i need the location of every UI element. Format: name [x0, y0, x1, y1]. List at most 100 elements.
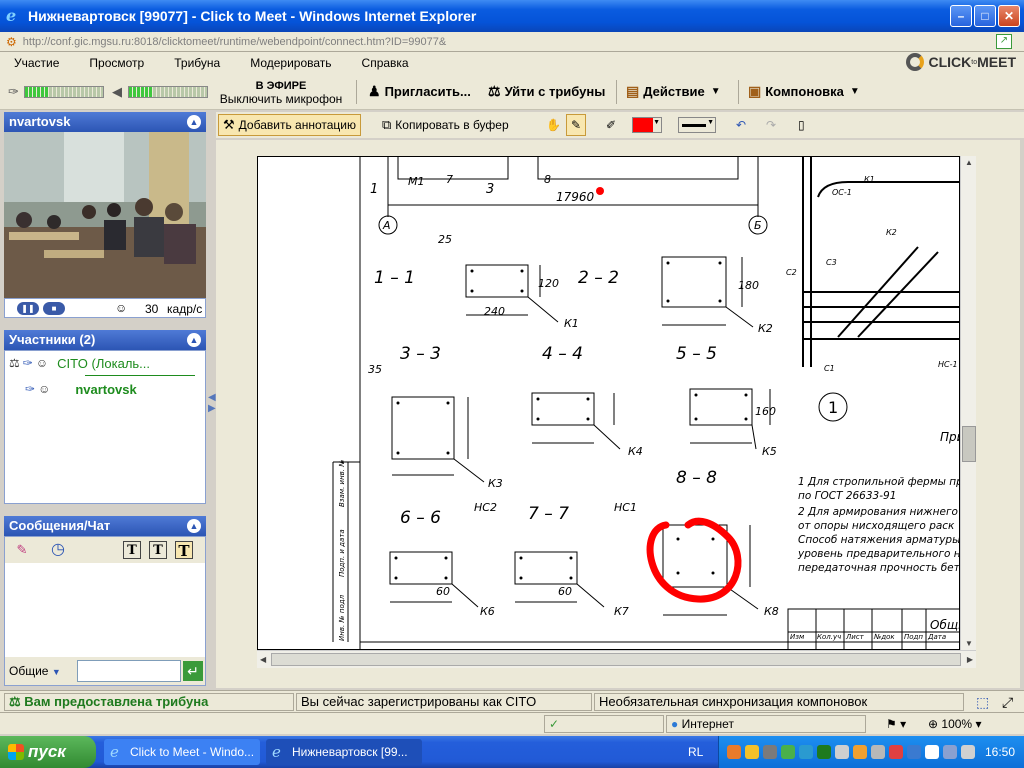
action-menu-button[interactable]: ▤ Действие ▼ — [626, 83, 721, 100]
shield-icon[interactable] — [745, 745, 759, 759]
feed-icon[interactable]: ↗ — [996, 34, 1012, 49]
action-label: Действие — [643, 84, 705, 99]
invite-button[interactable]: ♟ Пригласить... — [368, 83, 471, 100]
menu-view[interactable]: Просмотр — [89, 56, 144, 70]
collapse-icon[interactable]: ▲ — [187, 519, 201, 533]
fps-value: 30 — [145, 302, 159, 316]
collapse-icon[interactable]: ▲ — [187, 115, 201, 129]
new-page-button[interactable]: ▯ — [794, 114, 809, 136]
stamp-title: Общи — [930, 618, 960, 632]
speaker-meter[interactable]: ◀ — [112, 84, 208, 99]
layout-menu-button[interactable]: ▣ Компоновка ▼ — [748, 83, 860, 100]
status-pane: ✓ — [544, 715, 664, 733]
font-large-icon[interactable]: T — [175, 541, 193, 560]
scroll-up-icon[interactable]: ▲ — [965, 158, 973, 167]
protected-mode-icon[interactable]: ⚑ ▾ — [886, 717, 906, 731]
copy-to-clipboard-button[interactable]: ⧉ Копировать в буфер — [378, 114, 513, 136]
add-annotation-button[interactable]: ⚒ Добавить аннотацию — [218, 114, 361, 136]
tray-icon[interactable] — [943, 745, 957, 759]
participant-row[interactable]: ⚖ ✑ ☺ CITO (Локаль... — [9, 353, 150, 373]
tray-icon[interactable] — [763, 745, 777, 759]
speaker-icon[interactable] — [871, 745, 885, 759]
scroll-right-icon[interactable]: ▶ — [967, 655, 973, 664]
vertical-scrollbar[interactable]: ▲ ▼ — [960, 156, 976, 650]
pause-button[interactable]: ❚❚ — [17, 302, 39, 315]
chat-compose: Общие ▼ ↵ — [5, 657, 205, 685]
color-picker[interactable]: ▼ — [632, 117, 662, 133]
ie-logo-icon: e — [110, 743, 119, 761]
marker-tool[interactable]: ✐ — [602, 114, 620, 136]
clock-icon[interactable]: ◷ — [49, 541, 67, 559]
tray-icon[interactable] — [853, 745, 867, 759]
participant-row[interactable]: ✑ ☺ nvartovsk — [25, 379, 137, 399]
tray-icon[interactable] — [925, 745, 939, 759]
webcam-icon: ☺ — [38, 382, 51, 396]
onair-mute-button[interactable]: В ЭФИРЕ Выключить микрофон — [214, 80, 348, 106]
tray-icon[interactable] — [907, 745, 921, 759]
tray-icon[interactable] — [799, 745, 813, 759]
podium-icon: ⚖ — [9, 356, 20, 370]
network-icon[interactable]: ⬚ — [976, 694, 989, 711]
ie-logo-icon: e — [6, 6, 17, 25]
speaker-level-bar — [128, 86, 208, 98]
taskbar-item[interactable]: e Click to Meet - Windo... — [104, 739, 260, 765]
collapse-icon[interactable]: ▲ — [187, 333, 201, 347]
language-indicator[interactable]: RL — [688, 745, 703, 759]
add-annotation-label: Добавить аннотацию — [238, 118, 356, 132]
menu-help[interactable]: Справка — [362, 56, 409, 70]
tray-icon[interactable] — [781, 745, 795, 759]
chat-header: Сообщения/Чат ▲ — [4, 516, 206, 536]
undo-button[interactable]: ↶ — [732, 114, 750, 136]
stop-button[interactable]: ■ — [43, 302, 65, 315]
close-button[interactable]: ✕ — [998, 5, 1020, 27]
taskbar-item-active[interactable]: e Нижневартовск [99... — [266, 739, 422, 765]
menu-tribune[interactable]: Трибуна — [174, 56, 220, 70]
start-label: пуск — [28, 742, 66, 761]
fps-unit: кадр/с — [167, 302, 203, 316]
mark-label: К1 — [564, 317, 579, 330]
send-icon[interactable]: ↵ — [183, 661, 203, 681]
menu-participation[interactable]: Участие — [14, 56, 59, 70]
scroll-down-icon[interactable]: ▼ — [965, 639, 973, 648]
tray-icon[interactable] — [727, 745, 741, 759]
node-number: 1 — [828, 398, 838, 417]
redo-button[interactable]: ↷ — [762, 114, 780, 136]
tribune-status-text: Вам предоставлена трибуна — [24, 694, 209, 709]
leave-tribune-button[interactable]: ⚖ Уйти с трибуны — [488, 83, 605, 100]
hand-tool[interactable]: ✋ — [542, 114, 565, 136]
mark-label: НС-1 — [938, 360, 958, 369]
fullscreen-icon[interactable]: ⤢ — [1002, 694, 1013, 711]
minimize-button[interactable]: – — [950, 5, 972, 27]
scroll-left-icon[interactable]: ◀ — [260, 655, 266, 664]
line-width-picker[interactable]: ▼ — [678, 117, 716, 133]
menu-moderate[interactable]: Модерировать — [250, 56, 331, 70]
scroll-thumb[interactable] — [271, 653, 961, 666]
address-bar[interactable]: ⚙ http://conf.gic.mgsu.ru:8018/clicktome… — [0, 32, 1024, 52]
scroll-thumb[interactable] — [962, 426, 976, 462]
tray-icon[interactable] — [961, 745, 975, 759]
drawing-document[interactable]: 1 – 1 2 – 2 3 – 3 4 – 4 5 – 5 6 – 6 7 – … — [257, 156, 960, 650]
video-feed — [4, 132, 206, 298]
clock[interactable]: 16:50 — [985, 745, 1015, 759]
page-status-icon: ✓ — [549, 717, 560, 731]
pen-tool[interactable]: ✎ — [566, 114, 587, 136]
start-button[interactable]: пуск — [0, 736, 96, 768]
note-line: 2 Для армирования нижнего п — [798, 506, 960, 518]
zoom-control[interactable]: ⊕ 100% ▾ — [928, 717, 981, 731]
system-tray: 16:50 — [718, 736, 1024, 768]
tray-icon[interactable] — [835, 745, 849, 759]
font-small-icon[interactable]: T — [123, 541, 141, 559]
mic-meter[interactable]: ✑ — [8, 84, 104, 99]
section-label: 4 – 4 — [542, 344, 583, 364]
font-medium-icon[interactable]: T — [149, 541, 167, 559]
maximize-button[interactable]: □ — [974, 5, 996, 27]
panel-splitter[interactable]: ◀ ▶ — [208, 392, 216, 416]
tray-icon[interactable] — [889, 745, 903, 759]
mark-label: К2 — [758, 322, 773, 335]
note-header: При — [940, 430, 960, 444]
eraser-icon[interactable]: ✎ — [13, 541, 31, 559]
horizontal-scrollbar[interactable]: ◀ ▶ — [257, 650, 976, 668]
chat-scope-select[interactable]: Общие ▼ — [9, 664, 61, 678]
chat-input[interactable] — [77, 660, 181, 682]
tray-icon[interactable] — [817, 745, 831, 759]
